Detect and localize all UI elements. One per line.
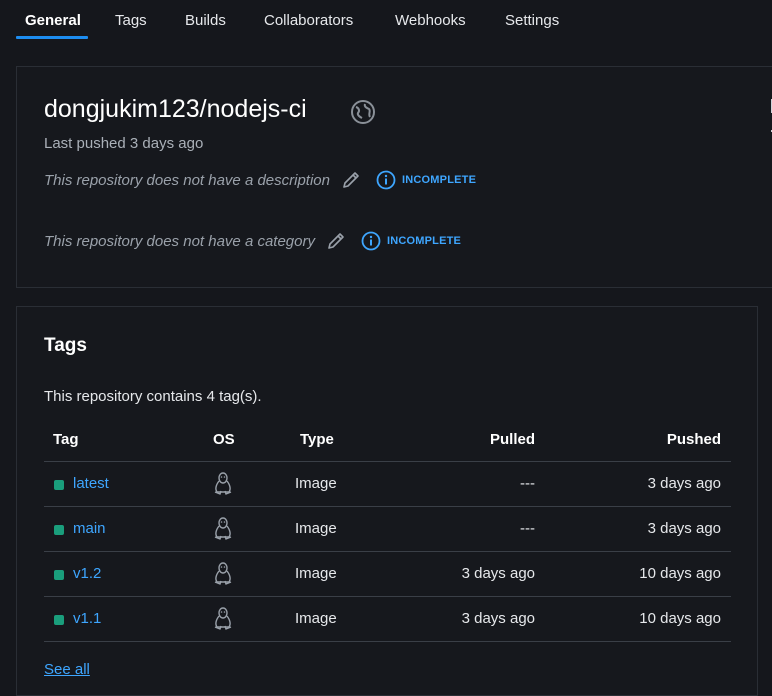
repo-title: dongjukim123/nodejs-ci [44, 95, 307, 123]
tag-link[interactable]: main [73, 520, 106, 537]
col-pulled: Pulled [489, 431, 535, 448]
tab-collaborators[interactable]: Collaborators [264, 12, 353, 29]
description-incomplete-badge[interactable]: INCOMPLETE [376, 170, 476, 190]
last-pushed: Last pushed 3 days ago [44, 135, 204, 152]
col-os: OS [213, 431, 235, 448]
tag-link[interactable]: v1.1 [73, 610, 101, 627]
tag-pulled: --- [520, 520, 535, 537]
incomplete-label: INCOMPLETE [386, 235, 462, 247]
tag-status-dot [54, 480, 64, 490]
category-incomplete-badge[interactable]: INCOMPLETE [361, 231, 461, 251]
tab-general[interactable]: General [25, 12, 81, 29]
col-pushed: Pushed [666, 431, 721, 448]
tag-link[interactable]: latest [73, 475, 109, 492]
tag-status-dot [54, 570, 64, 580]
tags-table: Tag OS Type Pulled Pushed latest Image -… [44, 421, 731, 642]
tag-pushed: 10 days ago [639, 610, 721, 627]
tag-pushed: 3 days ago [647, 475, 721, 492]
tag-pulled: --- [520, 475, 535, 492]
description-text: This repository does not have a descript… [44, 171, 330, 189]
tags-heading: Tags [44, 335, 87, 356]
pencil-icon[interactable] [325, 230, 347, 252]
tab-builds[interactable]: Builds [185, 12, 226, 29]
tag-link[interactable]: v1.2 [73, 565, 101, 582]
repo-info-panel: dongjukim123/nodejs-ci Last pushed 3 day… [16, 66, 772, 288]
description-row: This repository does not have a descript… [44, 169, 476, 191]
tab-settings[interactable]: Settings [505, 12, 559, 29]
linux-icon [214, 562, 232, 585]
tag-pulled: 3 days ago [461, 610, 535, 627]
tag-status-dot [54, 525, 64, 535]
globe-icon [351, 100, 375, 124]
tag-pushed: 10 days ago [639, 565, 721, 582]
tags-count: This repository contains 4 tag(s). [44, 388, 262, 405]
tag-status-dot [54, 615, 64, 625]
tab-webhooks[interactable]: Webhooks [395, 12, 466, 29]
active-tab-indicator [16, 36, 88, 39]
tag-type: Image [295, 520, 337, 537]
category-text: This repository does not have a category [44, 232, 315, 250]
tab-tags[interactable]: Tags [115, 12, 147, 29]
col-type: Type [300, 431, 334, 448]
repo-tabs: General Tags Builds Collaborators Webhoo… [0, 0, 772, 44]
table-row: main Image --- 3 days ago [44, 507, 731, 552]
col-tag: Tag [53, 431, 79, 448]
table-header: Tag OS Type Pulled Pushed [44, 421, 731, 462]
linux-icon [214, 472, 232, 495]
tag-type: Image [295, 475, 337, 492]
info-icon [361, 231, 381, 251]
see-all-link[interactable]: See all [44, 661, 90, 678]
tag-pushed: 3 days ago [647, 520, 721, 537]
tag-type: Image [295, 610, 337, 627]
linux-icon [214, 517, 232, 540]
incomplete-label: INCOMPLETE [402, 174, 477, 186]
table-row: v1.2 Image 3 days ago 10 days ago [44, 552, 731, 597]
table-row: v1.1 Image 3 days ago 10 days ago [44, 597, 731, 642]
linux-icon [214, 607, 232, 630]
info-icon [376, 170, 396, 190]
tags-panel: Tags This repository contains 4 tag(s). … [16, 306, 758, 696]
category-row: This repository does not have a category… [44, 230, 461, 252]
tag-type: Image [295, 565, 337, 582]
tag-pulled: 3 days ago [461, 565, 535, 582]
pencil-icon[interactable] [340, 169, 362, 191]
table-row: latest Image --- 3 days ago [44, 462, 731, 507]
